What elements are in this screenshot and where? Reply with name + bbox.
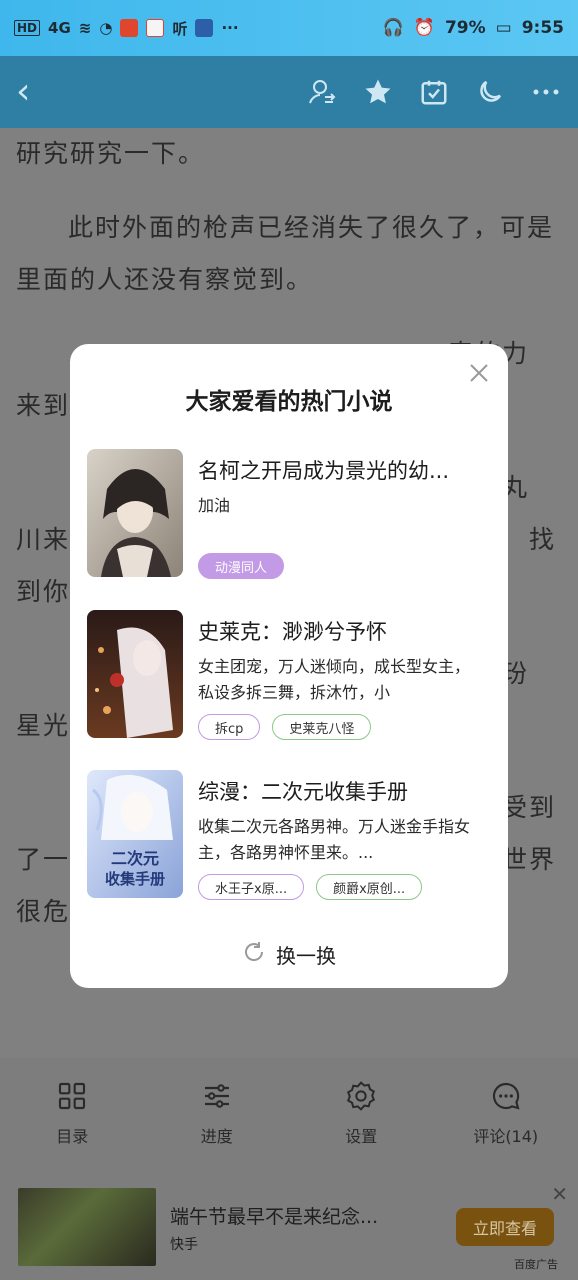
more-icon[interactable] <box>530 76 562 108</box>
data-saver-icon: ◔ <box>99 19 113 37</box>
book-item[interactable]: 名柯之开局成为景光的幼... 加油 动漫同人 <box>87 449 491 579</box>
back-icon[interactable]: ‹ <box>16 74 30 110</box>
toolbar-label: 进度 <box>200 1127 233 1146</box>
wifi-icon: ≋ <box>78 19 92 37</box>
refresh-label: 换一换 <box>276 944 336 968</box>
book-tag[interactable]: 水王子x原... <box>198 874 305 900</box>
reader-bottom-toolbar: 目录 进度 设置 评论(14) <box>0 1058 578 1168</box>
book-description: 收集二次元各路男神。万人迷金手指女主，各路男神怀里来。... <box>198 817 471 862</box>
catalog-icon <box>55 1079 89 1113</box>
book-tag[interactable]: 颜爵x原创... <box>316 874 423 900</box>
favorite-star-icon[interactable] <box>362 76 394 108</box>
book-title[interactable]: 史莱克：渺渺兮予怀 <box>198 616 488 646</box>
book-item[interactable]: 史莱克：渺渺兮予怀 女主团宠，万人迷倾向，成长型女主，私设多拆三舞，拆沐竹，小 … <box>87 610 491 740</box>
refresh-icon <box>242 940 266 969</box>
ad-label: 百度广告 <box>514 1258 558 1271</box>
hot-novels-dialog: 大家爱看的热门小说 名柯之开局成为景光的幼... 加油 动漫同人 史莱克：渺渺兮… <box>70 344 508 988</box>
toolbar-comments[interactable]: 评论(14) <box>451 1079 561 1147</box>
book-item[interactable]: 二次元 收集手册 综漫：二次元收集手册 收集二次元各路男神。万人迷金手指女主，各… <box>87 770 491 900</box>
book-cover[interactable]: 二次元 收集手册 <box>87 770 183 898</box>
switch-account-icon[interactable] <box>306 76 338 108</box>
book-cover[interactable] <box>87 610 183 738</box>
comment-icon <box>489 1079 523 1113</box>
listen-icon: 听 <box>172 19 188 38</box>
book-tag[interactable]: 拆cp <box>198 714 261 740</box>
weibo-icon <box>146 19 165 37</box>
night-mode-icon[interactable] <box>474 76 506 108</box>
book-title[interactable]: 名柯之开局成为景光的幼... <box>198 455 488 485</box>
book-description: 女主团宠，万人迷倾向，成长型女主，私设多拆三舞，拆沐竹，小 <box>198 657 471 702</box>
cover-title-art: 收集手册 <box>105 870 165 888</box>
dialog-title: 大家爱看的热门小说 <box>185 389 393 415</box>
book-description: 加油 <box>198 496 231 515</box>
book-tag[interactable]: 史莱克八怪 <box>272 714 372 740</box>
book-cover[interactable] <box>87 449 183 577</box>
app-notification-icon <box>120 19 139 37</box>
progress-icon <box>200 1079 234 1113</box>
toolbar-catalog[interactable]: 目录 <box>17 1079 127 1147</box>
close-icon[interactable]: ✕ <box>551 1182 568 1206</box>
battery-icon: ▭ <box>495 18 512 38</box>
battery-level: 79% <box>444 18 486 38</box>
headphone-icon: 🎧 <box>382 18 404 38</box>
cover-title-art: 二次元 <box>111 849 159 868</box>
close-icon[interactable] <box>468 362 490 384</box>
app-icon <box>195 19 214 37</box>
book-tag[interactable]: 动漫同人 <box>198 553 285 579</box>
toolbar-settings[interactable]: 设置 <box>306 1079 416 1147</box>
paragraph: 此时外面的枪声已经消失了很久了，可是里面的人还没有察觉到。 <box>16 213 555 294</box>
more-notifications-icon: ··· <box>221 19 239 37</box>
alarm-icon: ⏰ <box>413 18 435 38</box>
signal-icon: 4G <box>48 19 71 37</box>
toolbar-label: 评论(14) <box>473 1127 539 1146</box>
clock: 9:55 <box>521 18 564 38</box>
status-bar: HD 4G ≋ ◔ 听 ··· 🎧 ⏰ 79% ▭ 9:55 <box>0 0 578 56</box>
ad-thumbnail[interactable] <box>18 1188 156 1266</box>
refresh-button[interactable]: 换一换 <box>70 940 508 969</box>
toolbar-label: 设置 <box>345 1127 378 1146</box>
ad-title[interactable]: 端午节最早不是来纪念... <box>170 1202 378 1229</box>
settings-icon <box>344 1079 378 1113</box>
ad-source: 快手 <box>170 1237 198 1253</box>
paragraph: 研究研究一下。 <box>16 139 206 168</box>
ad-cta-button[interactable]: 立即查看 <box>456 1208 554 1246</box>
reader-top-bar: ‹ <box>0 56 578 128</box>
ad-banner[interactable]: 端午节最早不是来纪念... 快手 立即查看 ✕ 百度广告 <box>0 1168 578 1280</box>
calendar-check-icon[interactable] <box>418 76 450 108</box>
book-title[interactable]: 综漫：二次元收集手册 <box>198 776 488 806</box>
toolbar-progress[interactable]: 进度 <box>162 1079 272 1147</box>
toolbar-label: 目录 <box>56 1127 89 1146</box>
network-type: HD <box>14 20 41 36</box>
